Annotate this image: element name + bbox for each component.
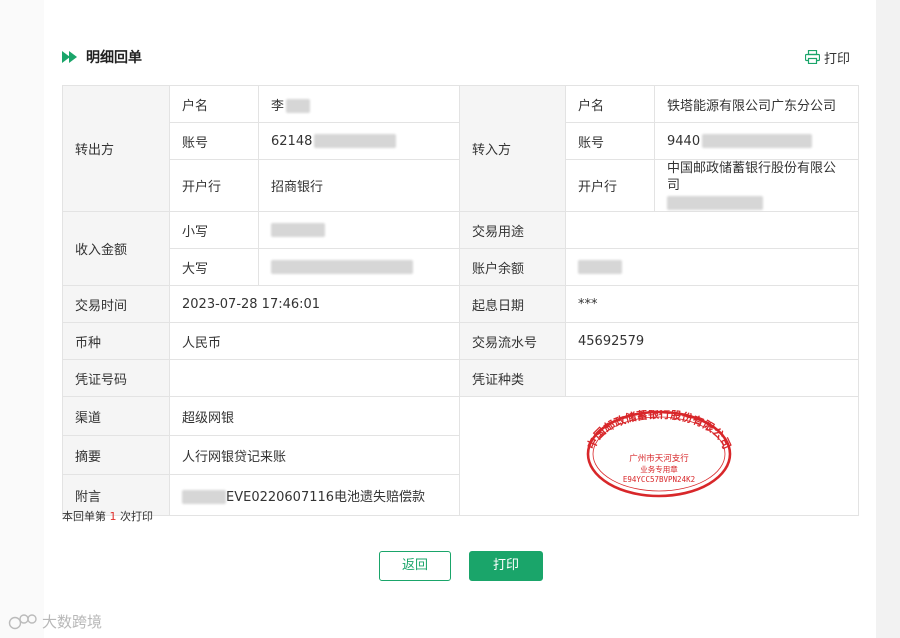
payee-bank-label: 开户行: [565, 159, 655, 212]
payee-section-label: 转入方: [459, 85, 566, 212]
currency-value: 人民币: [169, 322, 460, 360]
redacted-block: [286, 99, 311, 113]
print-link[interactable]: 打印: [805, 47, 850, 67]
balance-label: 账户余额: [459, 248, 566, 286]
note-cell: EVE0220607116电池遗失赔偿款: [169, 474, 460, 516]
payee-name-label: 户名: [565, 85, 655, 123]
balance-value: [565, 248, 859, 286]
stamp-line2: 业务专用章: [640, 464, 678, 474]
transaction-detail-table: 转出方 户名 李 转入方 户名 铁塔能源有限公司广东分公司 账号 62148 账…: [62, 85, 859, 516]
bank-seal-stamp: 中国邮政储蓄银行股份有限公司 广州市天河支行 业务专用章 E94YCC57BVP…: [584, 407, 733, 498]
table-row: 转出方 户名 李 转入方 户名 铁塔能源有限公司广东分公司: [62, 85, 859, 212]
table-row: 大写 账户余额: [63, 248, 859, 286]
fast-forward-icon: [62, 51, 77, 63]
print-count-suffix: 次打印: [120, 510, 153, 523]
serial-label: 交易流水号: [459, 322, 566, 360]
amount-upper-value: [258, 248, 460, 286]
amount-lower-label: 小写: [169, 211, 259, 249]
purpose-label: 交易用途: [459, 211, 566, 249]
printer-icon: [805, 50, 820, 64]
payee-bank-cell: 中国邮政储蓄银行股份有限公司: [654, 159, 859, 212]
amount-section-label: 收入金额: [62, 211, 170, 286]
stamp-line1: 广州市天河支行: [629, 453, 689, 464]
print-count-number: 1: [109, 510, 117, 523]
value-date-label: 起息日期: [459, 285, 566, 323]
serial-value: 45692579: [565, 322, 859, 360]
watermark: 大数跨境: [8, 611, 102, 632]
stamp-code: E94YCC57BVPN24K2: [623, 475, 695, 484]
page-title: 明细回单: [62, 47, 142, 67]
payer-bank-value: 招商银行: [258, 159, 460, 212]
tx-time-label: 交易时间: [62, 285, 170, 323]
payee-account-cell: 9440: [654, 122, 859, 160]
payer-account-label: 账号: [169, 122, 259, 160]
currency-label: 币种: [62, 322, 170, 360]
watermark-text: 大数跨境: [42, 613, 103, 631]
payee-bank-value: 中国邮政储蓄银行股份有限公司: [667, 161, 837, 193]
payee-account-label: 账号: [565, 122, 655, 160]
payer-account-value: 62148: [271, 133, 313, 149]
voucher-type-label: 凭证种类: [459, 359, 566, 397]
payer-account-cell: 62148: [258, 122, 460, 160]
redacted-block: [314, 134, 397, 148]
payer-bank-label: 开户行: [169, 159, 259, 212]
summary-value: 人行网银贷记来账: [169, 435, 460, 475]
stamp-cell: 中国邮政储蓄银行股份有限公司 广州市天河支行 业务专用章 E94YCC57BVP…: [459, 396, 859, 516]
right-scrollbar-strip[interactable]: [876, 0, 900, 638]
channel-value: 超级网银: [169, 396, 460, 436]
value-date-value: ***: [565, 285, 859, 323]
amount-lower-value: [258, 211, 460, 249]
back-button[interactable]: 返回: [379, 551, 451, 581]
redacted-block: [667, 195, 763, 210]
redacted-block: [271, 223, 325, 237]
table-row: 交易时间 2023-07-28 17:46:01 起息日期 ***: [62, 285, 859, 323]
purpose-value: [565, 211, 859, 249]
note-value: EVE0220607116电池遗失赔偿款: [226, 489, 426, 505]
table-row: 收入金额 小写 交易用途: [62, 211, 859, 286]
summary-label: 摘要: [62, 435, 170, 475]
redacted-block: [182, 490, 226, 504]
payer-name-label: 户名: [169, 85, 259, 123]
amount-upper-label: 大写: [169, 248, 259, 286]
payee-name-value: 铁塔能源有限公司广东分公司: [654, 85, 859, 123]
table-row: 币种 人民币 交易流水号 45692579: [62, 322, 859, 360]
tx-time-value: 2023-07-28 17:46:01: [169, 285, 460, 323]
payer-name-value: 李: [271, 98, 285, 114]
print-count-prefix: 本回单第: [62, 510, 106, 523]
redacted-block: [578, 260, 622, 274]
channel-label: 渠道: [62, 396, 170, 436]
payee-account-value: 9440: [667, 133, 701, 149]
redacted-block: [271, 260, 413, 274]
table-row: 渠道 超级网银 中国邮政储蓄银行股份有限公司 广州市天河支行 业务专用章 E94…: [62, 396, 859, 516]
redacted-block: [702, 134, 813, 148]
payer-section-label: 转出方: [62, 85, 170, 212]
watermark-logo-icon: [8, 613, 37, 629]
voucher-no-label: 凭证号码: [62, 359, 170, 397]
page-title-text: 明细回单: [86, 50, 142, 66]
table-row: 凭证号码 凭证种类: [62, 359, 859, 397]
print-count-note: 本回单第 1 次打印: [62, 508, 153, 524]
print-button[interactable]: 打印: [469, 551, 543, 581]
print-link-label: 打印: [824, 51, 851, 67]
voucher-no-value: [169, 359, 460, 397]
payer-name-cell: 李: [258, 85, 460, 123]
stamp-top-text: 中国邮政储蓄银行股份有限公司: [586, 410, 732, 451]
left-background-strip: [0, 0, 44, 638]
voucher-type-value: [565, 359, 859, 397]
